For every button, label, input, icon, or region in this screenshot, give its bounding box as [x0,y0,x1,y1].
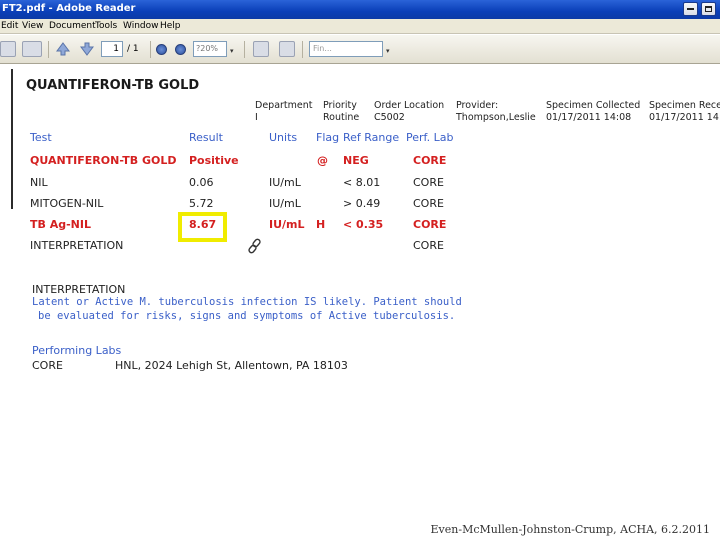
meta-provider-value: Thompson,Leslie [456,112,536,123]
meta-specimen-received-value: 01/17/2011 14:0 [649,112,720,123]
meta-order-location-label: Order Location [374,100,445,111]
link-cursor-icon [248,238,261,254]
row-test: MITOGEN-NIL [30,197,104,210]
previous-page-button[interactable] [55,41,71,57]
row-ref-range: NEG [343,154,369,167]
window-title: FT2.pdf - Adobe Reader [2,3,136,14]
find-input[interactable]: Fin... [309,41,383,57]
window-title-bar: FT2.pdf - Adobe Reader [0,0,720,19]
toolbar-separator [48,41,49,58]
column-header-result: Result [189,131,223,144]
toolbar: 1 / 1 ?20% ▾ Fin... ▾ [0,35,720,64]
row-ref-range: > 0.49 [343,197,381,210]
row-perf-lab: CORE [413,239,444,252]
row-perf-lab: CORE [413,218,447,231]
row-units: IU/mL [269,176,301,189]
minimize-icon [687,8,694,10]
print-icon[interactable] [22,41,42,57]
column-header-ref-range: Ref Range [343,131,400,144]
maximize-icon [705,6,712,12]
arrow-down-icon [80,42,94,56]
fit-page-icon[interactable] [253,41,269,57]
next-page-button[interactable] [79,41,95,57]
minimize-button[interactable] [683,2,698,16]
interpretation-line-2: be evaluated for risks, signs and sympto… [38,310,456,322]
report-title: QUANTIFERON-TB GOLD [26,78,200,93]
row-test: TB Ag-NIL [30,218,91,231]
row-test: INTERPRETATION [30,239,124,252]
meta-department-value: I [255,112,258,123]
page-number-input[interactable]: 1 [101,41,123,57]
column-header-units: Units [269,131,298,144]
row-result: 0.06 [189,176,214,189]
toolbar-separator [150,41,151,58]
meta-department-label: Department [255,100,313,111]
interpretation-line-1: Latent or Active M. tuberculosis infecti… [32,296,462,308]
fit-width-icon[interactable] [279,41,295,57]
row-test: QUANTIFERON-TB GOLD [30,154,177,167]
meta-specimen-received-label: Specimen Recei [649,100,720,111]
zoom-out-icon[interactable] [156,44,167,55]
result-highlight-box [178,212,227,242]
row-ref-range: < 0.35 [343,218,384,231]
row-ref-range: < 8.01 [343,176,381,189]
menu-edit[interactable]: Edit [1,21,18,31]
menu-help[interactable]: Help [160,21,181,31]
meta-priority-value: Routine [323,112,360,123]
meta-specimen-collected-label: Specimen Collected [546,100,641,111]
maximize-button[interactable] [701,2,716,16]
row-result: 5.72 [189,197,214,210]
menu-view[interactable]: View [22,21,43,31]
open-icon[interactable] [0,41,16,57]
row-test: NIL [30,176,48,189]
row-perf-lab: CORE [413,197,444,210]
performing-lab-code: CORE [32,359,63,372]
page-total: / 1 [127,44,139,54]
column-header-perf-lab: Perf. Lab [406,131,454,144]
meta-provider-label: Provider: [456,100,499,111]
row-perf-lab: CORE [413,176,444,189]
meta-priority-label: Priority [323,100,357,111]
chevron-down-icon[interactable]: ▾ [386,47,390,55]
row-units: IU/mL [269,218,305,231]
menu-tools[interactable]: Tools [95,21,117,31]
column-header-test: Test [30,131,52,144]
performing-lab-address: HNL, 2024 Lehigh St, Allentown, PA 18103 [115,359,348,372]
page-edge-rule [11,69,13,209]
row-result: Positive [189,154,239,167]
zoom-in-icon[interactable] [175,44,186,55]
toolbar-separator [244,41,245,58]
chevron-down-icon[interactable]: ▾ [230,47,234,55]
column-header-flag: Flag [316,131,340,144]
zoom-level-input[interactable]: ?20% [193,41,227,57]
row-flag: @ [317,154,328,167]
footer-credit: Even-McMullen-Johnston-Crump, ACHA, 6.2.… [430,523,710,536]
menu-document[interactable]: Document [49,21,96,31]
meta-order-location-value: C5002 [374,112,405,123]
menu-window[interactable]: Window [123,21,159,31]
arrow-up-icon [56,42,70,56]
interpretation-heading: INTERPRETATION [32,283,126,296]
row-units: IU/mL [269,197,301,210]
meta-specimen-collected-value: 01/17/2011 14:08 [546,112,632,123]
row-perf-lab: CORE [413,154,447,167]
performing-labs-heading: Performing Labs [32,344,122,357]
row-flag: H [316,218,326,231]
menu-bar: Edit View Document Tools Window Help [0,19,720,34]
toolbar-separator [302,41,303,58]
